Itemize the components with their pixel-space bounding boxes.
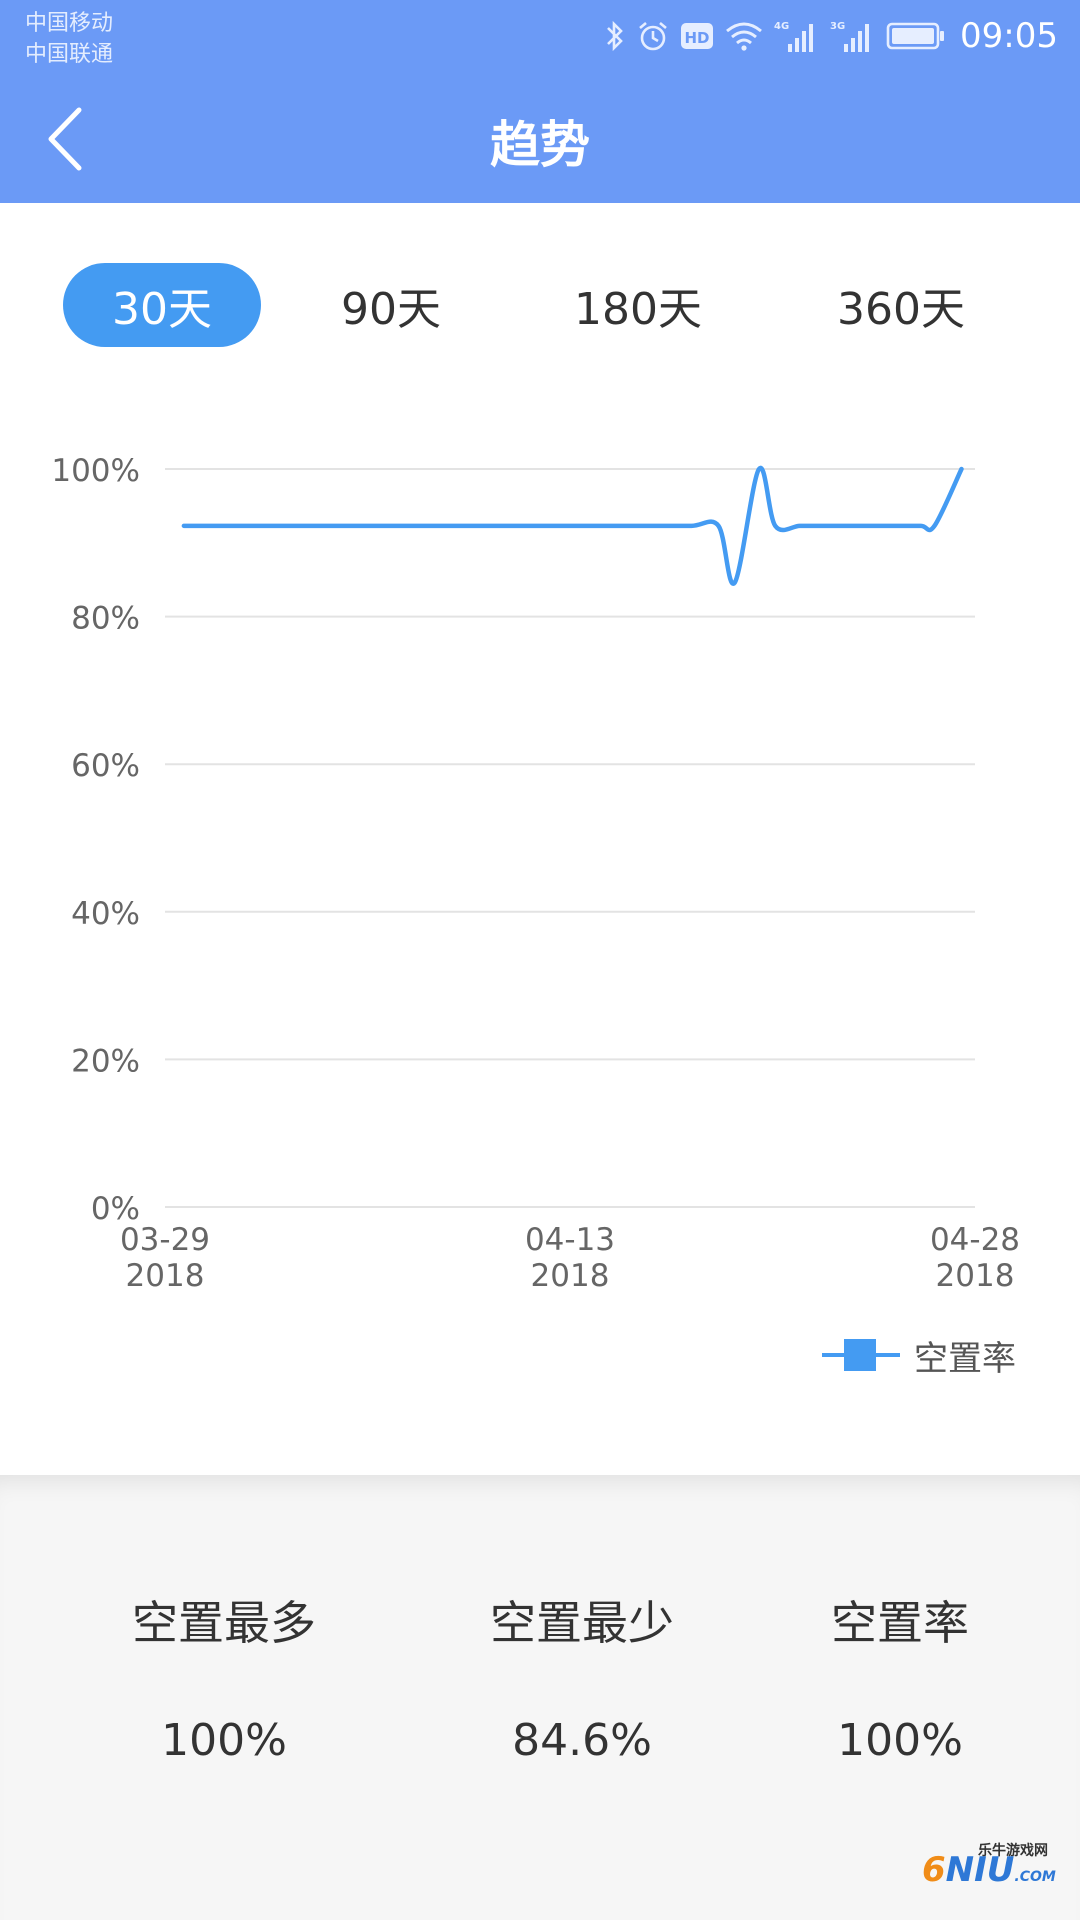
stat-min-vacancy: 空置最少 84.6% (442, 1475, 722, 1920)
y-tick-label: 100% (51, 453, 140, 489)
watermark-niu: NIU (945, 1850, 1015, 1890)
page-title: 趋势 (490, 116, 590, 174)
nav-bar: 趋势 (0, 75, 1080, 203)
y-tick-label: 80% (71, 601, 140, 637)
bluetooth-icon (607, 20, 623, 52)
watermark-six: 6 (922, 1850, 946, 1890)
stats-panel: 空置最多 100% 空置最少 84.6% 空置率 100% 乐牛游戏网 6NIU… (0, 1475, 1080, 1920)
carrier-info: 中国移动 中国联通 (25, 8, 113, 70)
x-tick-year-label: 2018 (936, 1258, 1015, 1294)
watermark-logo: 乐牛游戏网 6NIU.COM (916, 1834, 1056, 1894)
carrier-1: 中国移动 (25, 11, 114, 36)
legend-label: 空置率 (914, 1338, 1016, 1379)
y-tick-label: 20% (71, 1043, 140, 1079)
carrier-2: 中国联通 (25, 42, 114, 67)
stat-label: 空置率 (831, 1596, 969, 1650)
wifi-icon (726, 22, 762, 51)
x-tick-year-label: 2018 (126, 1258, 205, 1294)
stat-value: 84.6% (512, 1715, 652, 1766)
signal-4g-icon: 4G (774, 21, 814, 52)
stat-label: 空置最少 (490, 1596, 674, 1650)
app-header: 中国移动 中国联通 HD 4G 3G 09:05 趋势 (0, 0, 1080, 203)
tab-360-days[interactable]: 360天 (802, 263, 1000, 347)
stat-max-vacancy: 空置最多 100% (84, 1475, 364, 1920)
y-tick-label: 40% (71, 896, 140, 932)
trend-chart: 0% 20% 40% 60% 80% 100% 03-29 2018 04-13 2018 04-2… (0, 400, 1080, 1380)
tab-90-days[interactable]: 90天 (292, 263, 490, 347)
legend-swatch (822, 1335, 900, 1375)
tab-180-days[interactable]: 180天 (539, 263, 737, 347)
stat-label: 空置最多 (132, 1596, 316, 1650)
status-bar: 中国移动 中国联通 HD 4G 3G 09:05 (0, 0, 1080, 75)
series-line-vacancy-rate (181, 465, 964, 586)
stat-value: 100% (161, 1715, 287, 1766)
signal-3g-icon: 3G (830, 21, 870, 52)
range-tabs: 30天 90天 180天 360天 (0, 263, 1080, 347)
hd-icon: HD (681, 23, 714, 49)
chart-svg: 0%20%40%60%80%100%03-29201804-13201804-2… (51, 453, 1020, 1294)
signal-3g-label: 3G (830, 21, 845, 32)
battery-icon (886, 22, 945, 50)
x-tick-label: 03-29 (120, 1222, 210, 1258)
signal-4g-label: 4G (774, 21, 789, 32)
hd-badge-text: HD (685, 29, 710, 47)
y-tick-label: 60% (71, 748, 140, 784)
x-tick-year-label: 2018 (531, 1258, 610, 1294)
x-tick-label: 04-28 (930, 1222, 1020, 1258)
status-icons: HD 4G 3G 09:05 (604, 14, 1058, 58)
tab-30-days[interactable]: 30天 (63, 263, 261, 347)
chart-legend[interactable]: 空置率 (822, 1328, 1016, 1382)
x-tick-label: 04-13 (525, 1222, 615, 1258)
watermark-brand: 6NIU.COM (922, 1850, 1056, 1890)
alarm-icon (639, 22, 667, 51)
stat-value: 100% (837, 1715, 963, 1766)
watermark-suffix: .COM (1014, 1869, 1056, 1885)
status-time: 09:05 (960, 16, 1058, 56)
